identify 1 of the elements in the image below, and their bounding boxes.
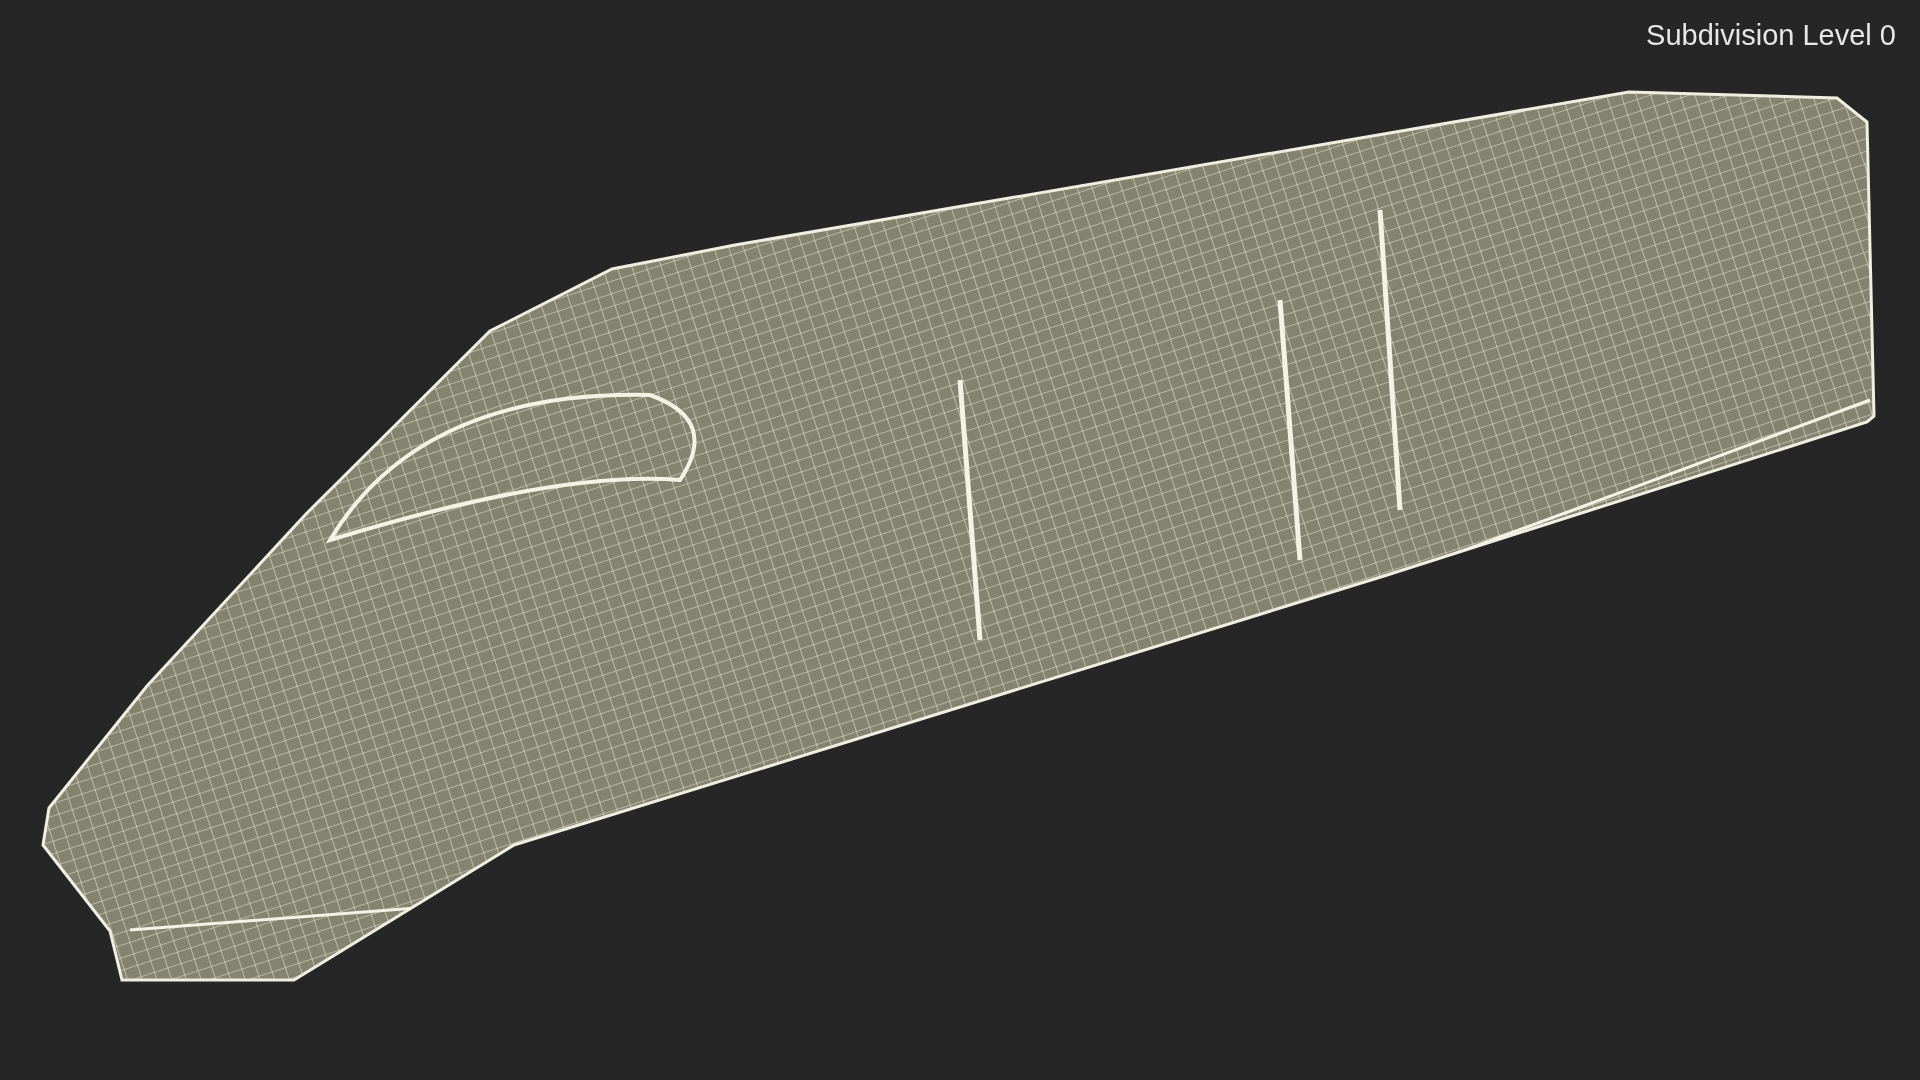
- subdivision-level-label: Subdivision Level 0: [1646, 18, 1896, 53]
